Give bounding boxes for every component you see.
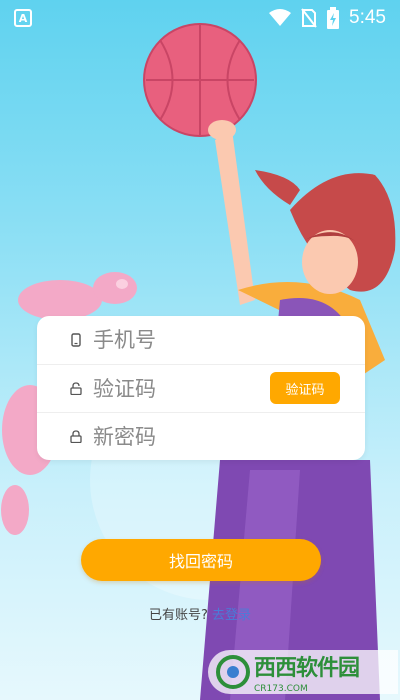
watermark-logo-icon xyxy=(216,655,250,689)
lock-icon xyxy=(69,430,83,444)
phone-icon xyxy=(69,333,83,347)
new-password-input[interactable] xyxy=(93,424,243,449)
get-code-button[interactable]: 验证码 xyxy=(270,372,340,404)
watermark-sub-text: CR173.COM xyxy=(254,684,308,694)
code-input[interactable] xyxy=(93,376,243,401)
watermark-main-text: 西西软件园 xyxy=(254,656,360,681)
reset-password-form: 验证码 xyxy=(37,316,365,460)
no-sim-icon xyxy=(301,8,317,28)
status-bar: A 5:45 xyxy=(0,0,400,36)
wifi-icon xyxy=(269,9,292,26)
status-app-icon: A xyxy=(14,9,32,27)
phone-row xyxy=(37,316,365,364)
login-prompt-text: 已有账号? xyxy=(148,608,208,623)
login-prompt: 已有账号? 去登录 xyxy=(0,604,400,623)
site-watermark: 西西软件园 CR173.COM xyxy=(208,650,398,694)
battery-charging-icon xyxy=(327,7,340,29)
phone-input[interactable] xyxy=(93,328,243,352)
status-time: 5:45 xyxy=(349,7,386,28)
new-password-row xyxy=(37,412,365,460)
go-login-link[interactable]: 去登录 xyxy=(212,608,251,623)
lock-icon xyxy=(69,382,83,396)
recover-password-button[interactable]: 找回密码 xyxy=(81,539,321,581)
code-row: 验证码 xyxy=(37,364,365,412)
